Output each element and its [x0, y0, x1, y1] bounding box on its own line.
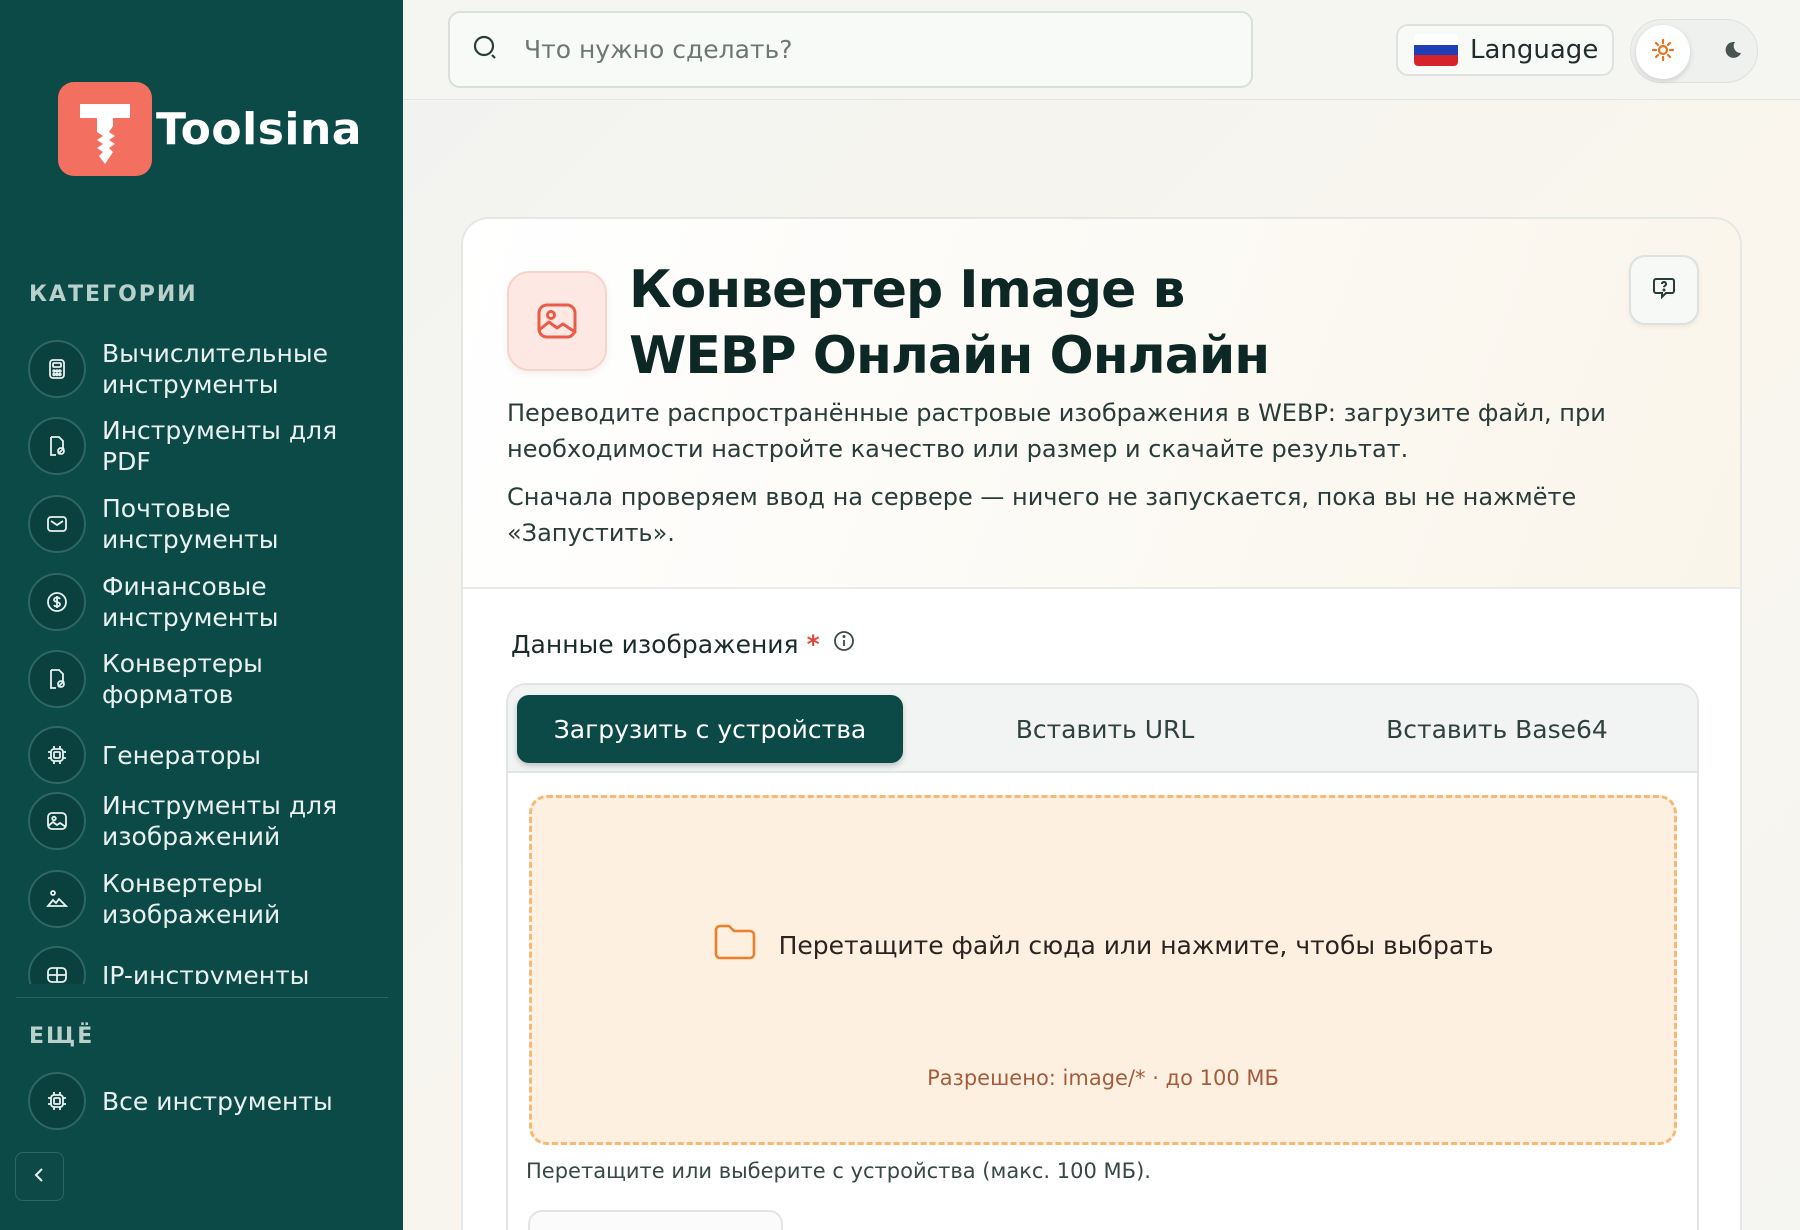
sidebar-item-all-tools[interactable]: Все инструменты	[28, 1072, 388, 1130]
sidebar-item-calculators[interactable]: Вычислительные инструменты	[28, 338, 388, 400]
tool-description: Переводите распространённые растровые из…	[507, 399, 1606, 463]
sidebar-item-ip-tools[interactable]: IP-инструменты	[28, 946, 388, 984]
upload-hint: Перетащите или выберите с устройства (ма…	[526, 1159, 1151, 1183]
search-box[interactable]	[448, 11, 1253, 88]
page-title: Конвертер Image в WEBP Онлайн Онлайн	[629, 260, 1270, 386]
sidebar-item-label: Конвертеры форматов	[102, 649, 263, 709]
info-icon[interactable]	[832, 629, 856, 659]
dropzone-prompt: Перетащите файл сюда или нажмите, чтобы …	[532, 922, 1674, 968]
sidebar-item-image-tools[interactable]: Инструменты для изображений	[28, 790, 388, 852]
sidebar-collapse-button[interactable]	[15, 1152, 64, 1201]
help-chat-icon	[1651, 275, 1677, 305]
tool-note: Сначала проверяем ввод на сервере — ниче…	[507, 483, 1577, 547]
sidebar-item-label: Финансовые инструменты	[102, 572, 279, 632]
logo-mark-icon	[58, 82, 152, 176]
help-button[interactable]	[1629, 255, 1699, 325]
chip-icon	[28, 726, 86, 784]
pdf-file-icon	[28, 417, 86, 475]
folder-icon	[713, 922, 757, 968]
sun-icon	[1650, 37, 1676, 67]
moon-icon	[1720, 38, 1744, 66]
sidebar-item-label: Почтовые инструменты	[102, 494, 279, 554]
tab-base64[interactable]: Вставить Base64	[1304, 695, 1690, 763]
dollar-icon	[28, 573, 86, 631]
search-icon	[472, 34, 500, 66]
brand-logo[interactable]: Toolsina	[58, 82, 362, 176]
file-dropzone[interactable]: Перетащите файл сюда или нажмите, чтобы …	[529, 795, 1677, 1145]
mail-icon	[28, 495, 86, 553]
chevron-left-icon	[30, 1165, 50, 1189]
sidebar-divider	[16, 997, 388, 998]
more-heading: ЕЩЁ	[29, 1024, 95, 1049]
calculator-icon	[28, 340, 86, 398]
image-convert-icon	[28, 870, 86, 928]
language-button[interactable]: Language	[1396, 24, 1614, 76]
sidebar-item-generators[interactable]: Генераторы	[28, 726, 388, 784]
search-input[interactable]	[524, 35, 1224, 64]
input-source-tabs: Загрузить с устройства Вставить URL Вста…	[508, 685, 1697, 773]
sidebar-item-image-converters[interactable]: Конвертеры изображений	[28, 868, 388, 930]
brand-name: Toolsina	[156, 103, 362, 155]
input-source-panel: Загрузить с устройства Вставить URL Вста…	[506, 683, 1699, 1230]
light-theme-button[interactable]	[1636, 25, 1690, 79]
topbar: Language	[403, 0, 1800, 100]
tab-upload[interactable]: Загрузить с устройства	[517, 695, 903, 763]
theme-toggle[interactable]	[1630, 19, 1758, 83]
sidebar: Toolsina КАТЕГОРИИ Вычислительные инстру…	[0, 0, 403, 1230]
russia-flag-icon	[1414, 34, 1458, 66]
tool-header: Конвертер Image в WEBP Онлайн Онлайн Пер…	[463, 219, 1740, 589]
chip-icon	[28, 1072, 86, 1130]
sidebar-item-pdf[interactable]: Инструменты для PDF	[28, 415, 388, 477]
sidebar-item-format-converters[interactable]: Конвертеры форматов	[28, 648, 388, 710]
sidebar-item-label: Инструменты для PDF	[102, 416, 338, 476]
sidebar-item-finance[interactable]: Финансовые инструменты	[28, 571, 388, 633]
image-icon	[28, 792, 86, 850]
sidebar-item-label: Конвертеры изображений	[102, 869, 281, 929]
network-icon	[28, 946, 86, 984]
language-label: Language	[1470, 35, 1599, 65]
category-list: Вычислительные инструменты Инструменты д…	[0, 328, 403, 984]
secondary-button[interactable]	[528, 1210, 783, 1230]
image-data-label: Данные изображения *	[511, 629, 856, 659]
categories-heading: КАТЕГОРИИ	[29, 282, 198, 307]
file-convert-icon	[28, 650, 86, 708]
image-icon	[507, 271, 607, 371]
sidebar-item-label: IP-инструменты	[102, 960, 310, 985]
sidebar-item-label: Инструменты для изображений	[102, 791, 338, 851]
dropzone-allowed: Разрешено: image/* · до 100 МБ	[927, 1066, 1279, 1090]
tool-card: Конвертер Image в WEBP Онлайн Онлайн Пер…	[461, 217, 1742, 1230]
sidebar-item-label: Генераторы	[102, 740, 262, 770]
sidebar-item-mail[interactable]: Почтовые инструменты	[28, 493, 388, 555]
required-mark: *	[806, 629, 820, 659]
tab-url[interactable]: Вставить URL	[912, 695, 1298, 763]
sidebar-item-label: Все инструменты	[102, 1086, 333, 1116]
dark-theme-button[interactable]	[1705, 25, 1759, 79]
sidebar-item-label: Вычислительные инструменты	[102, 339, 329, 399]
dropzone-text: Перетащите файл сюда или нажмите, чтобы …	[778, 930, 1494, 960]
